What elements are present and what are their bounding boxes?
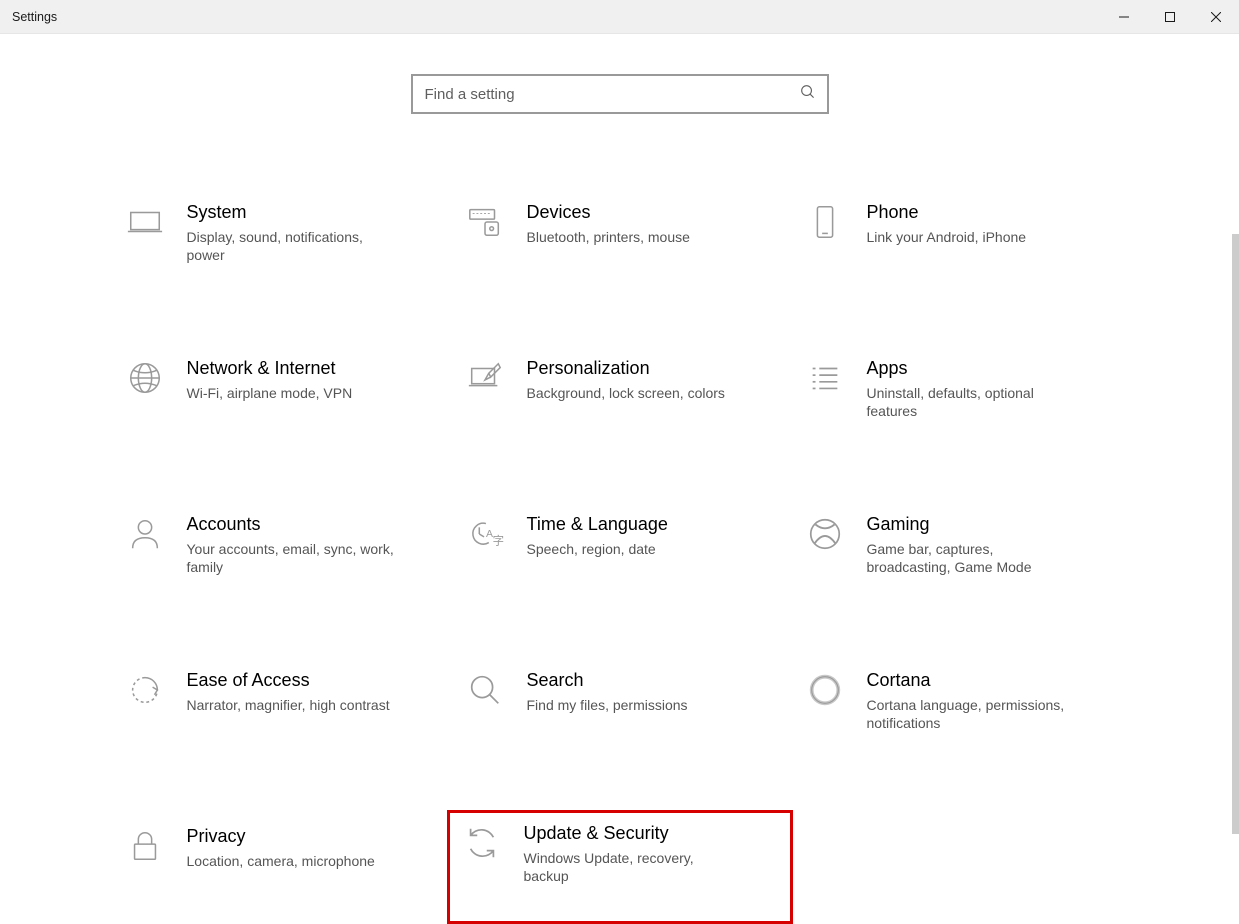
titlebar: Settings (0, 0, 1239, 34)
category-ease-of-access[interactable]: Ease of Access Narrator, magnifier, high… (115, 664, 445, 754)
scrollbar[interactable] (1232, 234, 1239, 834)
devices-icon (461, 202, 509, 242)
cortana-icon (801, 670, 849, 710)
time-language-icon: A字 (461, 514, 509, 554)
list-icon (801, 358, 849, 398)
category-search[interactable]: Search Find my files, permissions (455, 664, 785, 754)
svg-text:字: 字 (492, 533, 503, 547)
update-icon (458, 823, 506, 863)
category-title: Time & Language (527, 514, 668, 536)
category-desc: Background, lock screen, colors (527, 384, 725, 403)
category-system[interactable]: System Display, sound, notifications, po… (115, 196, 445, 286)
content-area: System Display, sound, notifications, po… (0, 34, 1239, 837)
category-desc: Bluetooth, printers, mouse (527, 228, 690, 247)
category-title: Search (527, 670, 688, 692)
phone-icon (801, 202, 849, 242)
category-network[interactable]: Network & Internet Wi-Fi, airplane mode,… (115, 352, 445, 442)
category-title: Ease of Access (187, 670, 390, 692)
search-input[interactable] (425, 86, 800, 103)
category-apps[interactable]: Apps Uninstall, defaults, optional featu… (795, 352, 1125, 442)
system-icon (121, 202, 169, 242)
maximize-button[interactable] (1147, 0, 1193, 33)
category-desc: Find my files, permissions (527, 696, 688, 715)
category-time-language[interactable]: A字 Time & Language Speech, region, date (455, 508, 785, 598)
category-title: Cortana (867, 670, 1077, 692)
category-cortana[interactable]: Cortana Cortana language, permissions, n… (795, 664, 1125, 754)
search-icon (800, 84, 815, 104)
category-title: Personalization (527, 358, 725, 380)
category-desc: Game bar, captures, broadcasting, Game M… (867, 540, 1077, 578)
category-desc: Narrator, magnifier, high contrast (187, 696, 390, 715)
category-title: Accounts (187, 514, 397, 536)
category-desc: Location, camera, microphone (187, 852, 375, 871)
person-icon (121, 514, 169, 554)
category-title: System (187, 202, 397, 224)
search-box[interactable] (411, 74, 829, 114)
window-controls (1101, 0, 1239, 33)
minimize-button[interactable] (1101, 0, 1147, 33)
category-update-security[interactable]: Update & Security Windows Update, recove… (447, 810, 793, 924)
maximize-icon (1165, 12, 1175, 22)
window-title: Settings (12, 10, 57, 24)
brush-icon (461, 358, 509, 398)
category-desc: Windows Update, recovery, backup (524, 849, 734, 887)
category-desc: Wi-Fi, airplane mode, VPN (187, 384, 353, 403)
magnify-icon (461, 670, 509, 710)
category-desc: Uninstall, defaults, optional features (867, 384, 1077, 422)
ease-icon (121, 670, 169, 710)
minimize-icon (1119, 12, 1129, 22)
lock-icon (121, 826, 169, 866)
category-accounts[interactable]: Accounts Your accounts, email, sync, wor… (115, 508, 445, 598)
category-desc: Your accounts, email, sync, work, family (187, 540, 397, 578)
globe-icon (121, 358, 169, 398)
category-personalization[interactable]: Personalization Background, lock screen,… (455, 352, 785, 442)
close-button[interactable] (1193, 0, 1239, 33)
category-title: Gaming (867, 514, 1077, 536)
xbox-icon (801, 514, 849, 554)
category-desc: Display, sound, notifications, power (187, 228, 397, 266)
category-title: Update & Security (524, 823, 734, 845)
category-desc: Speech, region, date (527, 540, 668, 559)
category-privacy[interactable]: Privacy Location, camera, microphone (115, 820, 445, 910)
category-devices[interactable]: Devices Bluetooth, printers, mouse (455, 196, 785, 286)
category-title: Apps (867, 358, 1077, 380)
category-desc: Link your Android, iPhone (867, 228, 1027, 247)
category-title: Phone (867, 202, 1027, 224)
categories-grid: System Display, sound, notifications, po… (115, 196, 1125, 910)
category-title: Devices (527, 202, 690, 224)
close-icon (1211, 12, 1221, 22)
category-title: Network & Internet (187, 358, 353, 380)
search-wrap (0, 74, 1239, 114)
category-gaming[interactable]: Gaming Game bar, captures, broadcasting,… (795, 508, 1125, 598)
category-desc: Cortana language, permissions, notificat… (867, 696, 1077, 734)
category-phone[interactable]: Phone Link your Android, iPhone (795, 196, 1125, 286)
